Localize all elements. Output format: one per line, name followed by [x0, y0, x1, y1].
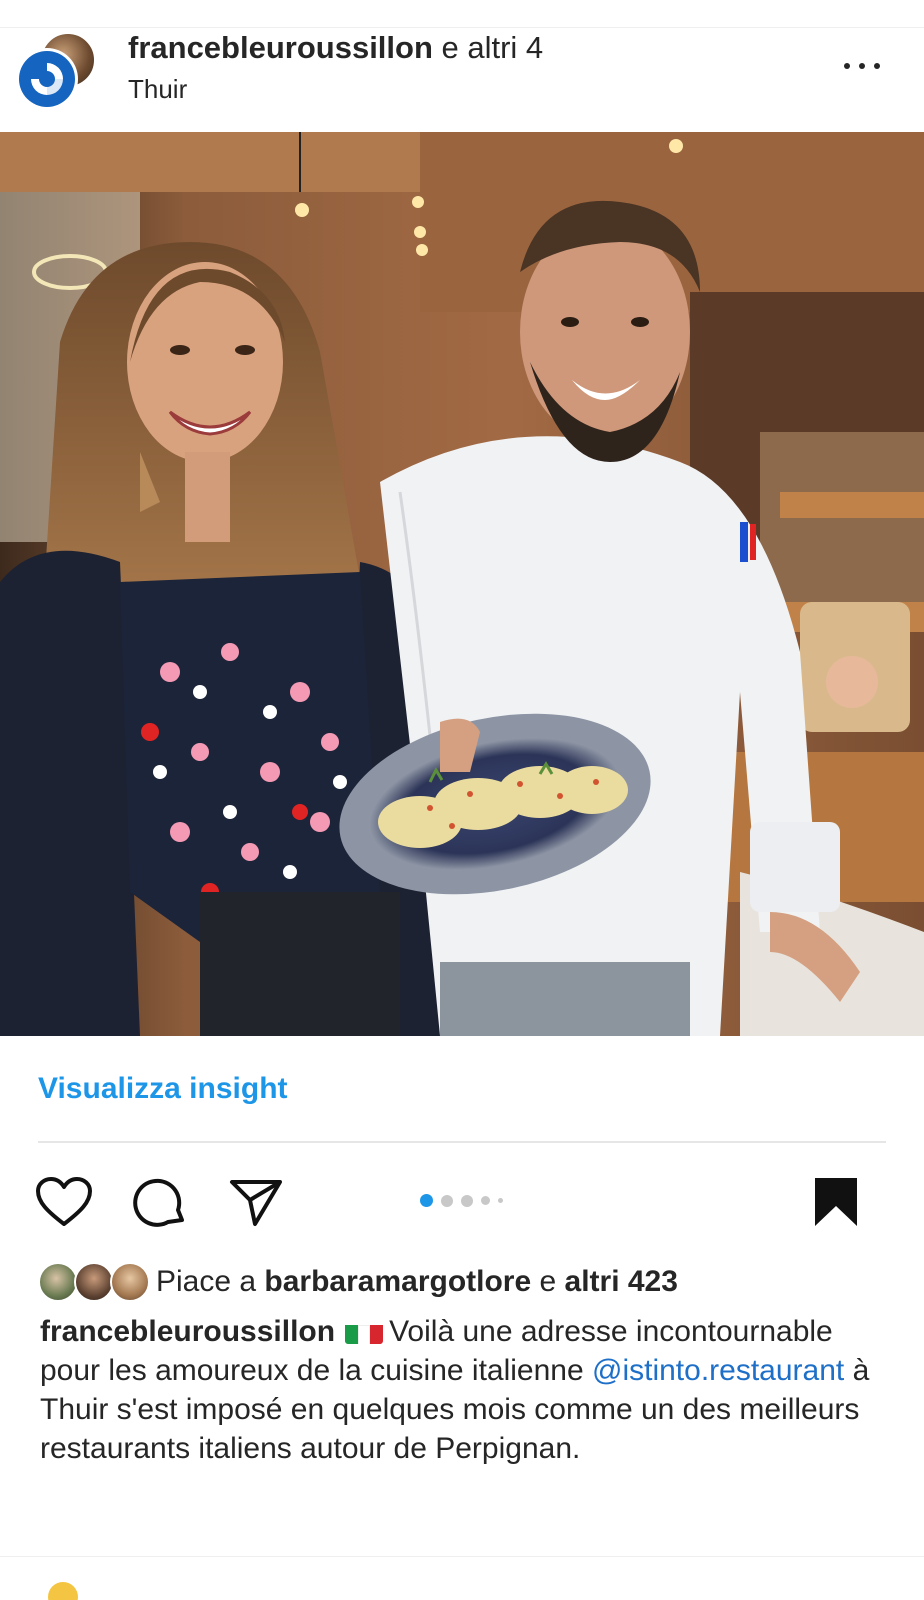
- carousel-dot: [441, 1194, 453, 1207]
- carousel-dot: [461, 1194, 473, 1207]
- author-username[interactable]: francebleuroussillon: [128, 30, 433, 65]
- france-bleu-logo-icon: [31, 63, 63, 95]
- carousel-dot: [498, 1198, 503, 1203]
- view-insights-link[interactable]: Visualizza insight: [38, 1072, 288, 1106]
- likes-text[interactable]: Piace a barbaramargotlore e altri 423: [156, 1265, 678, 1299]
- divider: [0, 1556, 924, 1557]
- author-avatar[interactable]: [16, 48, 78, 110]
- emoji-icon[interactable]: [48, 1582, 78, 1600]
- likes-others-count[interactable]: altri 423: [565, 1265, 678, 1298]
- post-caption: francebleuroussillon Voilà une adresse in…: [40, 1312, 890, 1468]
- liker-username[interactable]: barbaramargotlore: [264, 1265, 531, 1298]
- post-header: francebleuroussillon e altri 4 Thuir: [0, 28, 924, 132]
- avatar: [74, 1262, 114, 1302]
- more-options-icon[interactable]: [840, 54, 884, 78]
- status-strip: [0, 0, 924, 28]
- carousel-dot-active: [420, 1194, 433, 1207]
- divider: [38, 1141, 886, 1143]
- bookmark-icon[interactable]: [806, 1172, 866, 1232]
- caption-mention[interactable]: @istinto.restaurant: [592, 1354, 844, 1387]
- carousel-dot: [481, 1196, 490, 1205]
- avatar: [110, 1262, 150, 1302]
- post-photo-illustration: [0, 132, 924, 1036]
- liker-avatars: [38, 1262, 150, 1306]
- comment-icon[interactable]: [130, 1172, 190, 1232]
- avatar-stack[interactable]: [16, 32, 100, 112]
- post-location[interactable]: Thuir: [128, 74, 187, 105]
- likes-middle: e: [531, 1265, 565, 1298]
- carousel-indicator: [420, 1194, 503, 1207]
- coauthors-text[interactable]: e altri 4: [433, 30, 544, 65]
- italy-flag-icon: [345, 1320, 384, 1344]
- post-photo[interactable]: [0, 132, 924, 1036]
- likes-prefix: Piace a: [156, 1265, 265, 1298]
- avatar: [38, 1262, 78, 1302]
- post-author-line[interactable]: francebleuroussillon e altri 4: [128, 30, 543, 66]
- likes-row[interactable]: Piace a barbaramargotlore e altri 423: [38, 1262, 898, 1306]
- post-actions-bar: [0, 1160, 924, 1240]
- caption-username[interactable]: francebleuroussillon: [40, 1315, 335, 1348]
- heart-icon[interactable]: [34, 1172, 94, 1232]
- send-icon[interactable]: [226, 1172, 286, 1232]
